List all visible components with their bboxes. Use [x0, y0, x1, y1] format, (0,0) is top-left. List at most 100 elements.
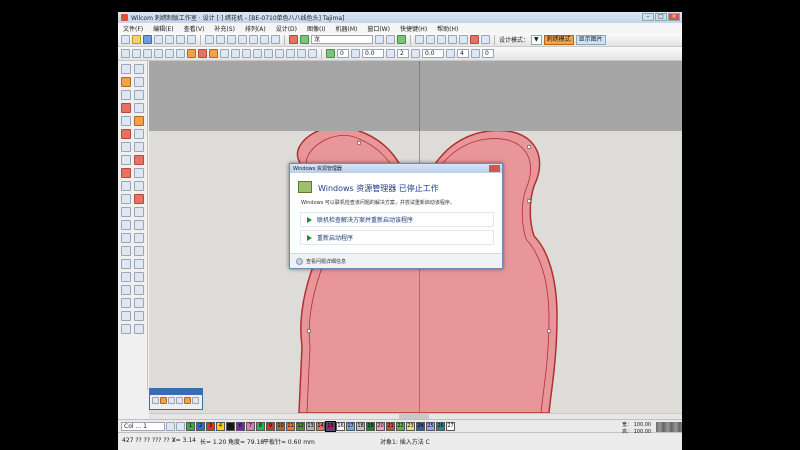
open-folder-icon[interactable]: [132, 35, 141, 44]
style-combo[interactable]: 龙: [311, 35, 373, 44]
color-swatch[interactable]: 1: [186, 421, 195, 431]
zoom-tool-icon[interactable]: [134, 64, 144, 74]
color-swatch[interactable]: 8: [256, 421, 265, 431]
run-stitch-icon[interactable]: [209, 49, 218, 58]
menu-file[interactable]: 文件(F): [118, 24, 148, 33]
density-icon[interactable]: [286, 49, 295, 58]
spin-icon[interactable]: [386, 49, 395, 58]
show-image-button[interactable]: 显示图片: [575, 34, 606, 45]
color-swatch[interactable]: 18: [356, 421, 365, 431]
color-swatch[interactable]: 22: [396, 421, 405, 431]
color-swatch[interactable]: 11: [286, 421, 295, 431]
mode-dropdown[interactable]: ▼: [531, 34, 542, 45]
start-icon[interactable]: [326, 49, 335, 58]
red-line-icon[interactable]: [134, 194, 144, 204]
needle-icon[interactable]: [289, 35, 298, 44]
box-icon[interactable]: [134, 233, 144, 243]
tatami-icon[interactable]: [198, 49, 207, 58]
select-icon[interactable]: [121, 49, 130, 58]
menu-shortcuts[interactable]: 快捷键(H): [395, 24, 432, 33]
color-swatch[interactable]: 21: [386, 421, 395, 431]
colorway-combo[interactable]: Col ... 1: [121, 421, 165, 431]
bold-icon[interactable]: [375, 35, 384, 44]
maximize-button[interactable]: □: [655, 13, 667, 21]
cut-icon[interactable]: [165, 35, 174, 44]
knife-icon[interactable]: [121, 272, 131, 282]
shapes-icon[interactable]: [134, 90, 144, 100]
zoom-in-icon[interactable]: [238, 35, 247, 44]
embroidery-mode-button[interactable]: 刺绣模式: [543, 34, 574, 45]
zoom-icon[interactable]: [227, 35, 236, 44]
color-next-icon[interactable]: [176, 421, 185, 431]
misc-icon[interactable]: [134, 324, 144, 334]
chart-icon[interactable]: [134, 246, 144, 256]
color-swatch[interactable]: 5: [226, 421, 235, 431]
copy-icon[interactable]: [176, 35, 185, 44]
mode-icon[interactable]: [160, 397, 167, 404]
needle-tool-icon[interactable]: [134, 181, 144, 191]
check-online-option[interactable]: 联机检查解决方案并重新启动该程序: [300, 212, 494, 227]
brace-icon[interactable]: [134, 207, 144, 217]
spin-icon[interactable]: [471, 49, 480, 58]
curve-tool-icon[interactable]: [121, 285, 131, 295]
brush-icon[interactable]: [134, 103, 144, 113]
value-field-5[interactable]: 4: [457, 49, 469, 58]
spin-icon[interactable]: [411, 49, 420, 58]
option-icon[interactable]: [184, 397, 191, 404]
color-swatch[interactable]: 12: [296, 421, 305, 431]
reshape-icon[interactable]: [132, 49, 141, 58]
motif-icon[interactable]: [220, 49, 229, 58]
option-icon[interactable]: [192, 397, 199, 404]
diamond-icon[interactable]: [121, 207, 131, 217]
ring-icon[interactable]: [134, 142, 144, 152]
new-file-icon[interactable]: [121, 35, 130, 44]
transform-icon[interactable]: [415, 35, 424, 44]
stop-icon[interactable]: [470, 35, 479, 44]
layers-icon[interactable]: [481, 35, 490, 44]
grid-tool-icon[interactable]: [121, 220, 131, 230]
color-swatch[interactable]: 9: [266, 421, 275, 431]
color-swatch[interactable]: 23: [406, 421, 415, 431]
value-field-6[interactable]: 0: [482, 49, 494, 58]
square-icon[interactable]: [121, 233, 131, 243]
circle-icon[interactable]: [121, 168, 131, 178]
rotate-icon[interactable]: [426, 35, 435, 44]
node-icon[interactable]: [143, 49, 152, 58]
value-field-2[interactable]: 0.0: [362, 49, 384, 58]
node-handle[interactable]: [356, 140, 362, 146]
diagonal-icon[interactable]: [134, 168, 144, 178]
color-swatch[interactable]: 26: [436, 421, 445, 431]
align-icon[interactable]: [448, 35, 457, 44]
cross-icon[interactable]: [121, 246, 131, 256]
compensation-icon[interactable]: [308, 49, 317, 58]
value-field-4[interactable]: 0.0: [422, 49, 444, 58]
line-icon[interactable]: [154, 49, 163, 58]
paste-icon[interactable]: [187, 35, 196, 44]
group-icon[interactable]: [459, 35, 468, 44]
color-swatch[interactable]: 27: [446, 421, 455, 431]
zoom-out-icon[interactable]: [249, 35, 258, 44]
option-icon[interactable]: [168, 397, 175, 404]
pen-tool-icon[interactable]: [121, 116, 131, 126]
fire-icon[interactable]: [134, 116, 144, 126]
grid-icon[interactable]: [271, 35, 280, 44]
view-details-link[interactable]: 查看问题详细信息: [306, 258, 346, 265]
color-swatch[interactable]: 13: [306, 421, 315, 431]
oval-icon[interactable]: [121, 298, 131, 308]
lines-icon[interactable]: [121, 259, 131, 269]
option-icon[interactable]: [176, 397, 183, 404]
color-prev-icon[interactable]: [166, 421, 175, 431]
spiral-icon[interactable]: [121, 155, 131, 165]
mirror-icon[interactable]: [437, 35, 446, 44]
color-swatch[interactable]: 17: [346, 421, 355, 431]
menu-window[interactable]: 窗口(W): [362, 24, 395, 33]
menu-view[interactable]: 查看(V): [179, 24, 210, 33]
small-square-icon[interactable]: [121, 324, 131, 334]
color-swatch[interactable]: 2: [196, 421, 205, 431]
pencil-icon[interactable]: [121, 90, 131, 100]
color-swatch[interactable]: 24: [416, 421, 425, 431]
undo-icon[interactable]: [205, 35, 214, 44]
color-swatch[interactable]: 6: [236, 421, 245, 431]
cursor-icon[interactable]: [134, 129, 144, 139]
color-swatch[interactable]: 3: [206, 421, 215, 431]
